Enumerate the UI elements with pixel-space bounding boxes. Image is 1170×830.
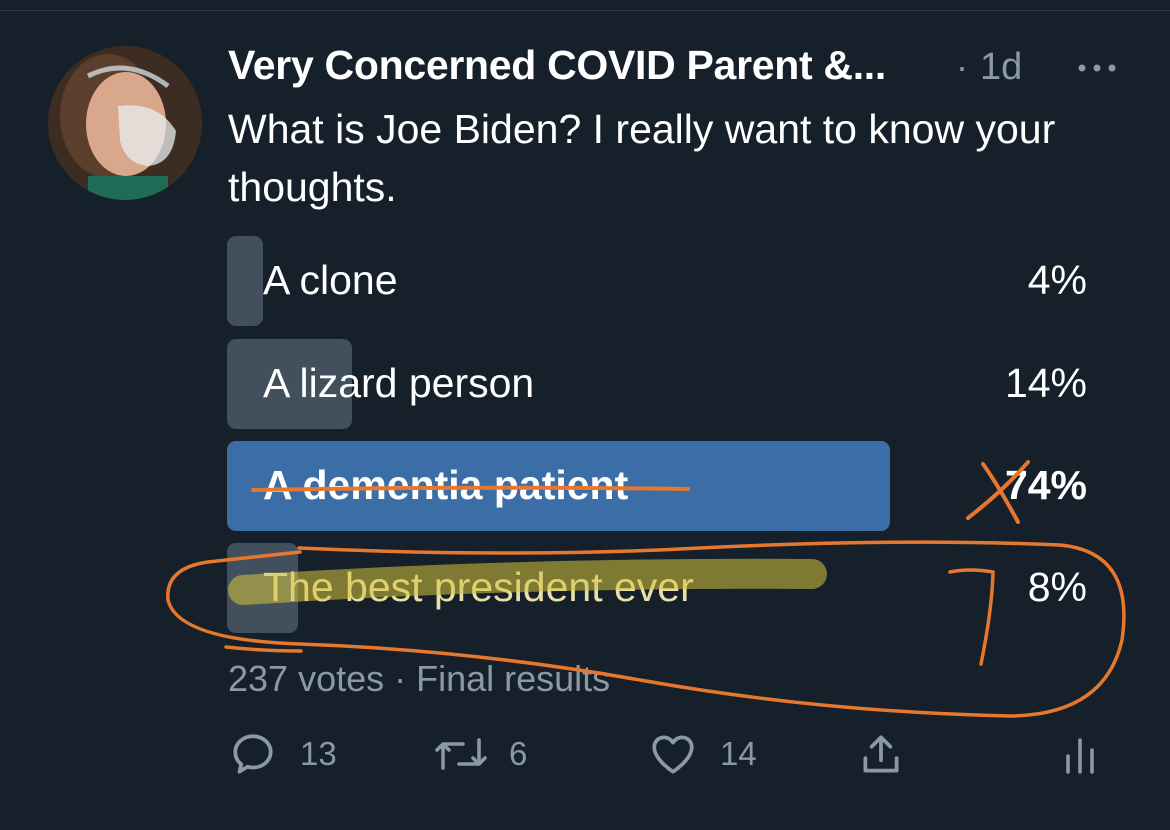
like-count: 14 — [720, 735, 757, 772]
poll-option-label: A clone — [263, 257, 398, 303]
poll-option-1: A clone 4% — [227, 236, 1087, 326]
reply-count: 13 — [300, 735, 337, 772]
timestamp[interactable]: 1d — [980, 46, 1022, 89]
top-divider — [0, 10, 1170, 11]
poll-option-3: A dementia patient 74% — [227, 441, 1087, 531]
avatar-image — [48, 46, 202, 200]
poll-option-label: The best president ever — [263, 564, 694, 610]
poll-bar — [227, 236, 263, 326]
poll-option-4: The best president ever 8% — [227, 543, 1087, 633]
poll-meta: 237 votes · Final results — [228, 658, 611, 699]
display-name[interactable]: Very Concerned COVID Parent &... — [228, 42, 886, 89]
share-button[interactable] — [856, 724, 906, 784]
poll-option-label: A dementia patient — [263, 462, 629, 508]
tweet-header: Very Concerned COVID Parent &... · 1d — [228, 42, 1128, 92]
reply-icon — [233, 734, 273, 774]
poll-option-2: A lizard person 14% — [227, 339, 1087, 429]
action-bar: 13 6 14 — [228, 724, 1098, 784]
retweet-button[interactable]: 6 — [433, 724, 527, 784]
share-icon — [863, 735, 899, 773]
heart-icon — [652, 735, 694, 774]
poll-option-label: A lizard person — [263, 360, 535, 406]
underline-stroke — [224, 645, 303, 653]
poll-option-percent: 74% — [1004, 462, 1087, 508]
poll-option-percent: 4% — [1027, 257, 1087, 303]
retweet-count: 6 — [509, 735, 528, 772]
poll-option-percent: 14% — [1004, 360, 1087, 406]
analytics-button[interactable] — [1062, 724, 1098, 784]
poll-option-percent: 8% — [1027, 564, 1087, 610]
avatar[interactable] — [48, 46, 202, 200]
more-options-icon[interactable] — [1072, 48, 1122, 88]
analytics-icon — [1066, 738, 1094, 774]
like-button[interactable]: 14 — [648, 724, 757, 784]
reply-button[interactable]: 13 — [228, 724, 337, 784]
time-separator: · — [956, 46, 968, 87]
retweet-icon — [435, 738, 487, 770]
tweet-text: What is Joe Biden? I really want to know… — [228, 106, 1056, 210]
